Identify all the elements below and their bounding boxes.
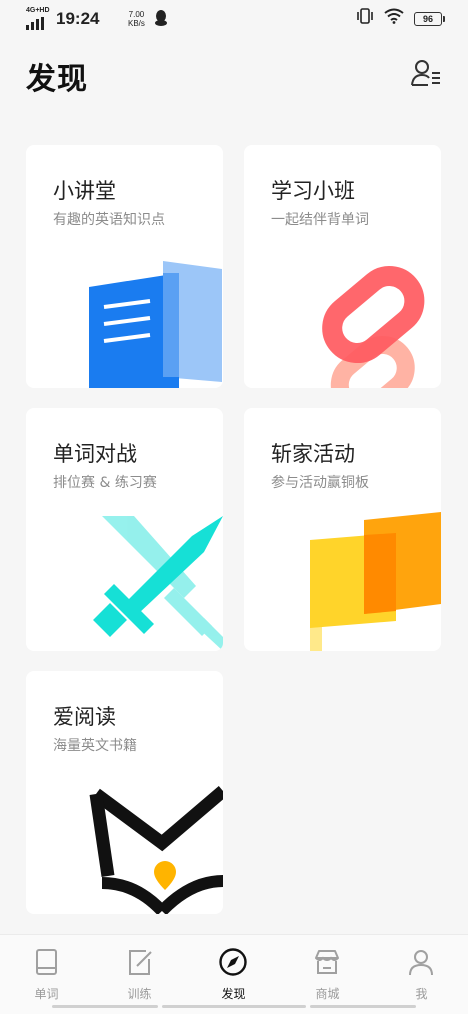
card-title: 单词对战	[53, 442, 137, 466]
card-subtitle: 有趣的英语知识点	[53, 212, 165, 228]
tab-label: 我	[415, 987, 428, 1001]
speed-unit: KB/s	[128, 19, 145, 28]
battery-icon: 96	[414, 11, 445, 26]
card-subtitle: 海量英文书籍	[53, 738, 137, 754]
wifi-icon	[384, 8, 404, 29]
card-mini-lecture[interactable]: 小讲堂 有趣的英语知识点	[26, 145, 223, 388]
store-icon	[315, 950, 339, 974]
card-title: 小讲堂	[53, 179, 116, 203]
tab-label: 商城	[315, 987, 340, 1001]
qq-icon	[154, 10, 168, 31]
page-title: 发现	[26, 62, 88, 97]
status-right: 96	[356, 8, 445, 29]
card-events[interactable]: 斩家活动 参与活动赢铜板	[244, 408, 441, 651]
card-reading[interactable]: 爱阅读 海量英文书籍	[26, 671, 223, 914]
vibrate-icon	[356, 8, 374, 29]
edit-icon	[129, 950, 152, 975]
tab-me[interactable]: 我	[375, 935, 468, 1005]
card-title: 学习小班	[271, 179, 355, 203]
card-title: 爱阅读	[53, 705, 116, 729]
card-word-battle[interactable]: 单词对战 排位赛 & 练习赛	[26, 408, 223, 651]
status-time: 19:24	[56, 9, 100, 28]
tab-store[interactable]: 商城	[281, 935, 374, 1005]
home-indicator-right	[310, 1005, 416, 1008]
card-study-group[interactable]: 学习小班 一起结伴背单词	[244, 145, 441, 388]
network-speed: 7.00 KB/s	[128, 10, 145, 28]
user-list-icon[interactable]	[410, 58, 442, 88]
tab-label: 训练	[127, 987, 152, 1001]
card-subtitle: 参与活动赢铜板	[271, 475, 369, 491]
card-subtitle: 排位赛 & 练习赛	[53, 475, 157, 491]
card-title: 斩家活动	[271, 442, 355, 466]
card-subtitle: 一起结伴背单词	[271, 212, 369, 228]
bottom-tab-bar: 单词 训练 发现 商城 我	[0, 934, 468, 1014]
home-indicator-center	[162, 1005, 306, 1008]
person-icon	[409, 950, 433, 976]
tab-label: 发现	[221, 987, 246, 1001]
book-icon	[36, 949, 57, 975]
tab-discover[interactable]: 发现	[187, 935, 280, 1005]
compass-icon	[219, 948, 247, 976]
tab-words[interactable]: 单词	[0, 935, 93, 1005]
network-type: 4G+HD	[26, 7, 50, 14]
speed-value: 7.00	[128, 10, 145, 19]
status-bar: 4G+HD 19:24 7.00 KB/s 96	[0, 0, 468, 36]
home-indicator-left	[52, 1005, 158, 1008]
tab-training[interactable]: 训练	[93, 935, 186, 1005]
tab-label: 单词	[34, 987, 59, 1001]
signal-icon	[26, 17, 44, 30]
